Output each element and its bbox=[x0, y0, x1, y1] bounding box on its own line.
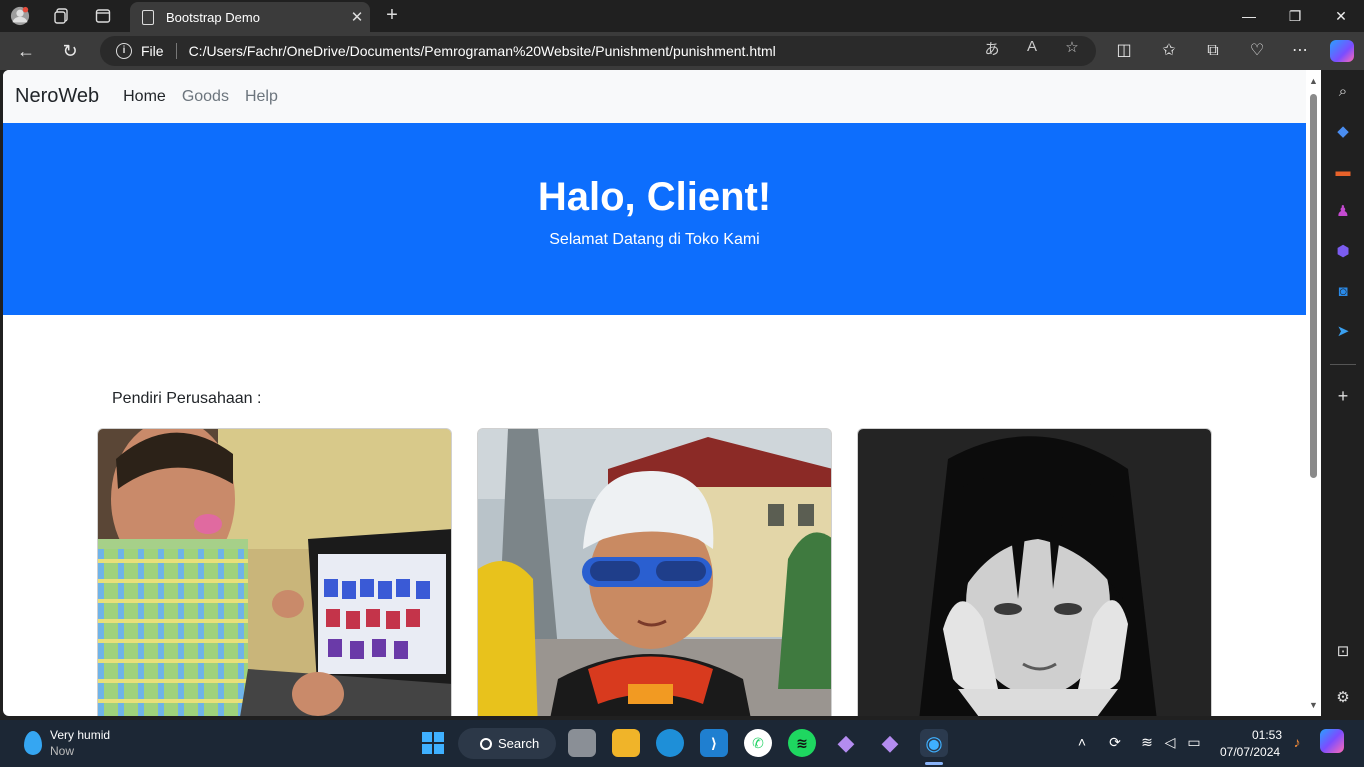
page-viewport: NeroWeb Home Goods Help Halo, Client! Se… bbox=[3, 70, 1306, 716]
search-icon bbox=[480, 737, 492, 750]
translate-icon[interactable]: あ bbox=[980, 38, 1004, 59]
sync-icon[interactable]: ⟳ bbox=[1105, 734, 1125, 751]
favorites-icon[interactable]: ✩ bbox=[1157, 39, 1181, 63]
workspaces-icon[interactable] bbox=[52, 6, 72, 26]
file-explorer-icon[interactable] bbox=[612, 729, 640, 757]
browser-essentials-icon[interactable]: ♡ bbox=[1245, 39, 1269, 63]
browser-toolbar: ← ↻ i File C:/Users/Fachr/OneDrive/Docum… bbox=[0, 32, 1364, 70]
info-icon[interactable]: i bbox=[116, 43, 132, 59]
site-brand[interactable]: NeroWeb bbox=[15, 85, 99, 108]
obsidian-icon-2[interactable]: ◆ bbox=[876, 729, 904, 757]
collections-icon[interactable]: ⧉ bbox=[1201, 39, 1225, 63]
nav-link-goods[interactable]: Goods bbox=[182, 88, 229, 106]
new-tab-button[interactable]: + bbox=[381, 4, 403, 28]
nav-link-help[interactable]: Help bbox=[245, 88, 278, 106]
hero-title: Halo, Client! bbox=[537, 175, 772, 219]
founders-label: Pendiri Perusahaan : bbox=[112, 390, 262, 407]
sidebar-search-icon[interactable]: ⌕ bbox=[1333, 82, 1353, 102]
obsidian-icon-1[interactable]: ◆ bbox=[832, 729, 860, 757]
spotify-icon[interactable]: ≋ bbox=[788, 729, 816, 757]
url-text[interactable]: C:/Users/Fachr/OneDrive/Documents/Pemrog… bbox=[189, 43, 776, 59]
edge-sidebar: ⌕ ◆ ▬ ♟ ⬢ ◙ ➤ + ⊡ ⚙ bbox=[1321, 70, 1364, 720]
close-window-icon[interactable]: ✕ bbox=[1318, 0, 1364, 32]
back-icon[interactable]: ← bbox=[14, 39, 38, 63]
games-icon[interactable]: ♟ bbox=[1333, 202, 1353, 222]
scroll-thumb[interactable] bbox=[1310, 94, 1317, 478]
address-bar[interactable]: i File C:/Users/Fachr/OneDrive/Documents… bbox=[100, 36, 1096, 66]
vscode-icon[interactable]: ⟩ bbox=[700, 729, 728, 757]
profile-icon[interactable] bbox=[10, 6, 30, 26]
edge-app-icon[interactable] bbox=[656, 729, 684, 757]
nav-link-home[interactable]: Home bbox=[123, 88, 166, 106]
copilot-icon[interactable] bbox=[1330, 40, 1354, 62]
clock-time[interactable]: 01:53 bbox=[1252, 728, 1282, 742]
tab-bootstrap-demo[interactable]: Bootstrap Demo ✕ bbox=[130, 2, 370, 32]
address-separator bbox=[175, 43, 177, 59]
add-sidebar-app-icon[interactable]: + bbox=[1333, 386, 1353, 406]
whatsapp-icon[interactable]: ✆ bbox=[744, 729, 772, 757]
sidebar-divider bbox=[1330, 364, 1356, 365]
taskbar-search[interactable]: Search bbox=[458, 728, 556, 759]
read-aloud-icon[interactable]: A bbox=[1020, 38, 1044, 55]
copilot-sidebar-icon[interactable]: ⬢ bbox=[1333, 242, 1353, 262]
wifi-icon[interactable]: ≋ bbox=[1137, 734, 1157, 751]
volume-icon[interactable]: ◁ bbox=[1160, 734, 1180, 751]
weather-title[interactable]: Very humid bbox=[50, 728, 110, 742]
hide-sidebar-icon[interactable]: ⊡ bbox=[1333, 642, 1353, 662]
sidebar-settings-icon[interactable]: ⚙ bbox=[1333, 688, 1353, 708]
file-label: File bbox=[141, 43, 164, 59]
weather-drop-icon[interactable] bbox=[24, 731, 42, 755]
notification-bell-icon[interactable]: ♪ bbox=[1287, 734, 1307, 750]
battery-icon[interactable]: ▭ bbox=[1184, 734, 1204, 751]
edge-active-icon[interactable]: ◉ bbox=[920, 729, 948, 757]
tab-title: Bootstrap Demo bbox=[166, 9, 260, 25]
drop-icon[interactable]: ➤ bbox=[1333, 322, 1353, 342]
scroll-down-icon[interactable]: ▼ bbox=[1308, 700, 1319, 710]
restore-icon[interactable]: ❐ bbox=[1272, 0, 1318, 32]
page-icon bbox=[142, 9, 154, 25]
tools-icon[interactable]: ▬ bbox=[1333, 162, 1353, 182]
windows-taskbar: Very humid Now Search ⟩ ✆ ≋ ◆ ◆ ◉ ˄ ⟳ ≋ … bbox=[0, 720, 1364, 767]
split-screen-icon[interactable]: ◫ bbox=[1112, 39, 1136, 63]
scroll-up-icon[interactable]: ▲ bbox=[1308, 76, 1319, 86]
show-hidden-icons-icon[interactable]: ˄ bbox=[1072, 734, 1092, 750]
site-navbar: NeroWeb Home Goods Help bbox=[3, 70, 1306, 123]
page-scrollbar[interactable]: ▲ ▼ bbox=[1306, 70, 1321, 716]
more-menu-icon[interactable]: ⋯ bbox=[1288, 39, 1312, 63]
active-app-indicator bbox=[925, 762, 943, 765]
clock-date[interactable]: 07/07/2024 bbox=[1220, 745, 1280, 759]
shopping-tag-icon[interactable]: ◆ bbox=[1333, 122, 1353, 142]
hero-banner: Halo, Client! Selamat Datang di Toko Kam… bbox=[3, 123, 1306, 315]
refresh-icon[interactable]: ↻ bbox=[58, 39, 82, 63]
founder-photo-3 bbox=[857, 428, 1212, 716]
outlook-icon[interactable]: ◙ bbox=[1333, 282, 1353, 302]
hero-subtitle: Selamat Datang di Toko Kami bbox=[549, 231, 760, 248]
task-view-icon[interactable] bbox=[568, 729, 596, 757]
start-icon[interactable] bbox=[419, 729, 447, 757]
favorite-star-icon[interactable]: ☆ bbox=[1060, 38, 1084, 56]
minimize-icon[interactable]: — bbox=[1226, 0, 1272, 32]
vertical-tabs-icon[interactable] bbox=[93, 6, 113, 26]
title-bar: Bootstrap Demo ✕ + — ❐ ✕ bbox=[0, 0, 1364, 32]
close-tab-icon[interactable]: ✕ bbox=[344, 8, 370, 26]
weather-subtitle: Now bbox=[50, 744, 75, 758]
founder-photo-1 bbox=[97, 428, 452, 716]
founder-photo-2 bbox=[477, 428, 832, 716]
copilot-taskbar-icon[interactable] bbox=[1320, 729, 1344, 753]
search-label: Search bbox=[498, 736, 540, 751]
